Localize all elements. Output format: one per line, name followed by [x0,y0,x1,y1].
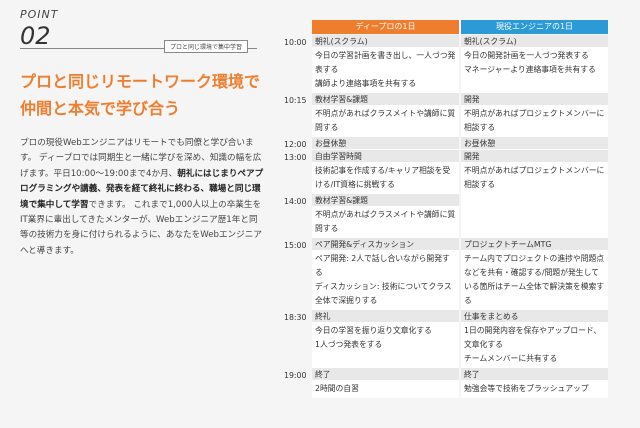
cell-line: 今日の学習計画を書き出し、一人づつ発表する [315,51,456,74]
schedule-row: 12:00 お昼休憩 お昼休憩 [284,137,610,150]
schedule-header-row: ディープロの1日 現役エンジニアの1日 [284,20,610,34]
cell-title: 教材学習&課題 [312,194,459,207]
cell-title: 開発 [461,150,608,163]
cell-title: 終了 [312,368,459,381]
schedule-row: 13:00 自由学習時間技術記事を作成する/キャリア相談を受ける/IT資格に挑戦す… [284,150,610,194]
cell-title: お昼休憩 [461,137,608,150]
cell-body: 今日の学習計画を書き出し、一人づつ発表する講師より連絡事項を共有する [312,48,459,93]
engineer-cell: 朝礼(スクラム) 今日の開発計画を一人づつ発表する マネージャーより連絡事項を共有す… [461,35,608,93]
dpro-cell: ペア開発&ディスカッション ペア開発: 2人で話し合いながら開発する ディスカッショ… [312,238,459,310]
cell-body: 勉強会等で技術をブラッシュアップ [461,381,608,398]
cell-line: 技術記事を作成する/キャリア相談を受ける/IT資格に挑戦する [315,166,451,189]
schedule-time: 10:15 [284,96,307,105]
engineer-cell: 開発不明点があればプロジェクトメンバーに相談する [461,150,608,194]
dpro-cell: 朝礼(スクラム) 今日の学習計画を書き出し、一人づつ発表する 講師より連絡事項を共有… [312,35,459,93]
cell-line: 今日の開発計画を一人づつ発表する [464,51,589,60]
cell-title: 開発 [461,93,608,106]
schedule-row: 19:00 終了 2時間の自習 終了 勉強会等で技術をブラッシュアップ [284,368,610,398]
dpro-cell: 教材学習&課題不明点があればクラスメイトや講師に質問する [312,93,459,137]
cell-body: 不明点があればプロジェクトメンバーに相談する [461,106,608,137]
dpro-cell: 終了 2時間の自習 [312,368,459,398]
cell-body: チーム内でプロジェクトの進捗や問題点などを共有・確認する/問題が発生している箇所… [461,251,608,310]
cell-line: 勉強会等で技術をブラッシュアップ [464,384,589,393]
schedule-table: ディープロの1日 現役エンジニアの1日 10:00 朝礼(スクラム) 今日の学習計画… [284,20,610,398]
schedule-header-spacer [284,20,312,34]
schedule-time: 15:00 [284,241,307,250]
cell-line: マネージャーより連絡事項を共有する [464,65,596,74]
cell-body: 不明点があればプロジェクトメンバーに相談する [461,163,608,194]
dpro-cell: 教材学習&課題不明点があればクラスメイトや講師に質問する [312,194,459,238]
schedule-header-engineer: 現役エンジニアの1日 [461,20,608,34]
cell-title: 仕事をまとめる [461,310,608,323]
cell-line: チーム内でプロジェクトの進捗や問題点などを共有・確認する/問題が発生している箇所… [464,254,605,305]
schedule-row: 15:00 ペア開発&ディスカッション ペア開発: 2人で話し合いながら開発する ディ… [284,238,610,310]
cell-title: 教材学習&課題 [312,93,459,106]
cell-title: ペア開発&ディスカッション [312,238,459,251]
cell-line: 講師より連絡事項を共有する [315,79,417,88]
cell-line: チームメンバーに共有する [464,354,558,363]
point-number: 02 [20,22,51,50]
cell-line: ペア開発: 2人で話し合いながら開発する [315,254,450,277]
cell-body: 今日の開発計画を一人づつ発表する マネージャーより連絡事項を共有する [461,48,608,79]
cell-body: 1日の開発内容を保存やアップロード、文章化するチームメンバーに共有する [461,323,608,368]
cell-body: 不明点があればクラスメイトや講師に質問する [312,106,459,137]
schedule-time: 14:00 [284,197,307,206]
headline: プロと同じリモートワーク環境で 仲間と本気で学び合う [20,68,270,122]
body-text: プロの現役Webエンジニアはリモートでも同僚と学び合います。 ディープロでは同期… [20,136,266,259]
cell-line: 2時間の自習 [315,384,359,393]
engineer-cell [461,194,608,238]
schedule-row: 10:00 朝礼(スクラム) 今日の学習計画を書き出し、一人づつ発表する 講師より連絡… [284,35,610,93]
engineer-cell: 仕事をまとめる 1日の開発内容を保存やアップロード、文章化する チームメンバーに共有… [461,310,608,368]
cell-title: 自由学習時間 [312,150,459,163]
engineer-cell: プロジェクトチームMTG チーム内でプロジェクトの進捗や問題点などを共有・確認する… [461,238,608,310]
schedule-time: 18:30 [284,313,307,322]
dpro-cell: 自由学習時間技術記事を作成する/キャリア相談を受ける/IT資格に挑戦する [312,150,459,194]
cell-line: 不明点があればクラスメイトや講師に質問する [315,109,456,132]
headline-line2: 仲間と本気で学び合う [20,99,181,118]
point-label: POINT [20,8,59,21]
cell-title: 終礼 [312,310,459,323]
schedule-row: 10:15 教材学習&課題不明点があればクラスメイトや講師に質問する 開発不明点があ… [284,93,610,137]
headline-line1: プロと同じリモートワーク環境で [20,72,261,91]
schedule-time: 10:00 [284,38,307,47]
dpro-cell: 終礼今日の学習を振り返り文章化する 1人づつ発表をする [312,310,459,368]
schedule-row: 14:00 教材学習&課題不明点があればクラスメイトや講師に質問する [284,194,610,238]
schedule-time: 19:00 [284,371,307,380]
cell-line: 1人づつ発表をする [315,340,383,349]
schedule-rows: 10:00 朝礼(スクラム) 今日の学習計画を書き出し、一人づつ発表する 講師より連絡… [284,35,610,398]
engineer-cell: 開発不明点があればプロジェクトメンバーに相談する [461,93,608,137]
cell-body: 技術記事を作成する/キャリア相談を受ける/IT資格に挑戦する [312,163,459,194]
cell-body: 今日の学習を振り返り文章化する 1人づつ発表をする [312,323,459,354]
schedule-time: 12:00 [284,140,307,149]
engineer-cell: お昼休憩 [461,137,608,150]
schedule-header-dpro: ディープロの1日 [312,20,459,34]
cell-line: 不明点があればプロジェクトメンバーに相談する [464,166,605,189]
dpro-cell: お昼休憩 [312,137,459,150]
schedule-row: 18:30 終礼 今日の学習を振り返り文章化する 1人づつ発表をする 仕事をまとめる 1日… [284,310,610,368]
schedule-time: 13:00 [284,153,307,162]
cell-line: 1日の開発内容を保存やアップロード、文章化する [464,326,602,349]
cell-title: お昼休憩 [312,137,459,150]
cell-title: 朝礼(スクラム) [461,35,608,48]
cell-body: 2時間の自習 [312,381,459,398]
cell-title: プロジェクトチームMTG [461,238,608,251]
cell-line: 不明点があればクラスメイトや講師に質問する [315,210,456,233]
engineer-cell: 終了勉強会等で技術をブラッシュアップ [461,368,608,398]
point-tag: プロと同じ環境で集中学習 [164,40,249,53]
cell-line: 今日の学習を振り返り文章化する [315,326,432,335]
cell-body: ペア開発: 2人で話し合いながら開発する ディスカッション: 技術についてクラス全… [312,251,459,310]
cell-line: 不明点があればプロジェクトメンバーに相談する [464,109,605,132]
cell-title: 朝礼(スクラム) [312,35,459,48]
cell-line: ディスカッション: 技術についてクラス全体で深掘りする [315,282,452,305]
cell-title: 終了 [461,368,608,381]
cell-body: 不明点があればクラスメイトや講師に質問する [312,207,459,238]
